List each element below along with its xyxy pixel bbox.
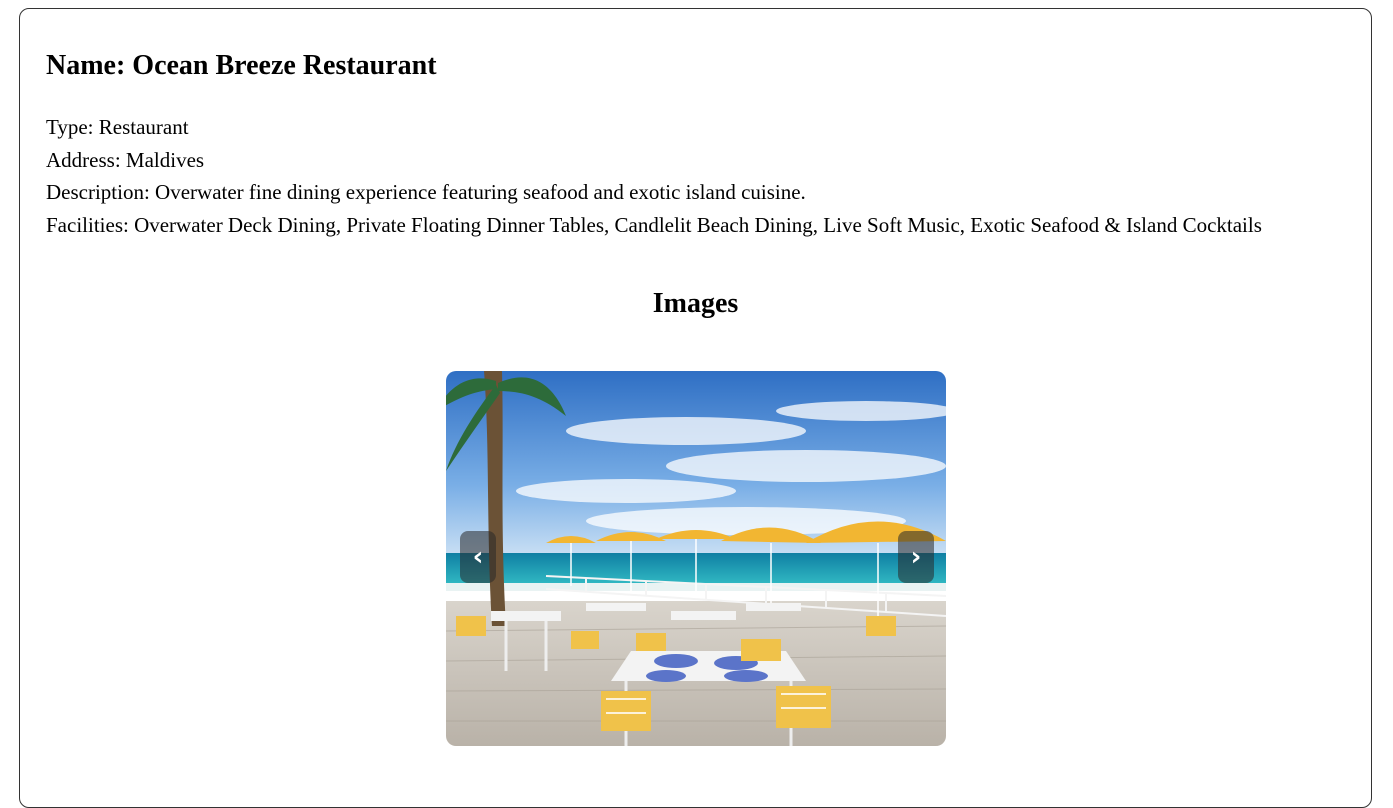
carousel-next-button[interactable]: › [898, 531, 934, 583]
place-description: Description: Overwater fine dining exper… [46, 180, 806, 204]
image-carousel[interactable]: ‹ › [446, 371, 946, 746]
chevron-right-icon: › [910, 542, 922, 572]
place-card: Name: Ocean Breeze Restaurant Type: Rest… [19, 8, 1372, 808]
place-type: Type: Restaurant [46, 115, 189, 139]
restaurant-photo [446, 371, 946, 746]
place-details: Type: Restaurant Address: Maldives Descr… [46, 111, 1262, 241]
chevron-left-icon: ‹ [472, 542, 484, 572]
carousel-prev-button[interactable]: ‹ [460, 531, 496, 583]
place-name: Name: Ocean Breeze Restaurant [46, 50, 437, 81]
place-address: Address: Maldives [46, 147, 205, 172]
place-facilities: Facilities: Overwater Deck Dining, Priva… [46, 212, 1262, 237]
images-heading: Images [652, 288, 739, 319]
